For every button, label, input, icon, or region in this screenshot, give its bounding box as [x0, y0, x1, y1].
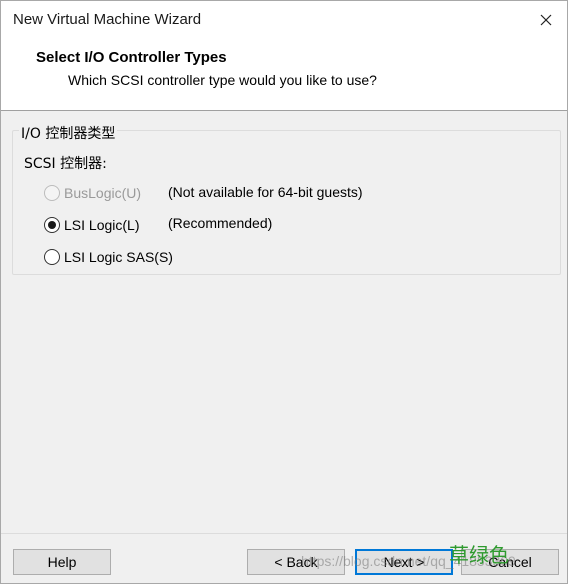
radio-buslogic-label: BusLogic(U) [64, 185, 142, 201]
radio-buslogic-control[interactable] [44, 185, 60, 201]
wizard-content: I/O 控制器类型 SCSI 控制器: BusLogic(U) (Not ava… [1, 112, 567, 533]
buslogic-note: (Not available for 64-bit guests) [168, 184, 363, 200]
page-subtitle: Which SCSI controller type would you lik… [68, 72, 377, 88]
title-bar: New Virtual Machine Wizard [1, 1, 567, 39]
radio-lsi-logic[interactable]: LSI Logic(L) [44, 215, 139, 235]
radio-lsi-logic-sas-control[interactable] [44, 249, 60, 265]
radio-lsi-logic-label: LSI Logic(L) [64, 217, 140, 233]
wizard-window: New Virtual Machine Wizard Select I/O Co… [0, 0, 568, 584]
radio-buslogic[interactable]: BusLogic(U) [44, 183, 141, 203]
scsi-controller-label: SCSI 控制器: [24, 156, 107, 172]
window-title: New Virtual Machine Wizard [13, 11, 202, 28]
page-title: Select I/O Controller Types [36, 49, 227, 66]
lsi-logic-note: (Recommended) [168, 215, 273, 231]
wizard-header: Select I/O Controller Types Which SCSI c… [1, 39, 567, 111]
radio-lsi-logic-sas[interactable]: LSI Logic SAS(S) [44, 247, 173, 267]
radio-lsi-logic-sas-label: LSI Logic SAS(S) [64, 249, 173, 265]
help-button[interactable]: Help [13, 549, 111, 575]
radio-selected-dot [48, 221, 56, 229]
radio-lsi-logic-control[interactable] [44, 217, 60, 233]
groupbox-legend: I/O 控制器类型 [19, 123, 118, 143]
watermark-cn: 草绿色 [449, 543, 509, 567]
close-button[interactable] [533, 7, 559, 33]
close-icon [540, 14, 552, 26]
